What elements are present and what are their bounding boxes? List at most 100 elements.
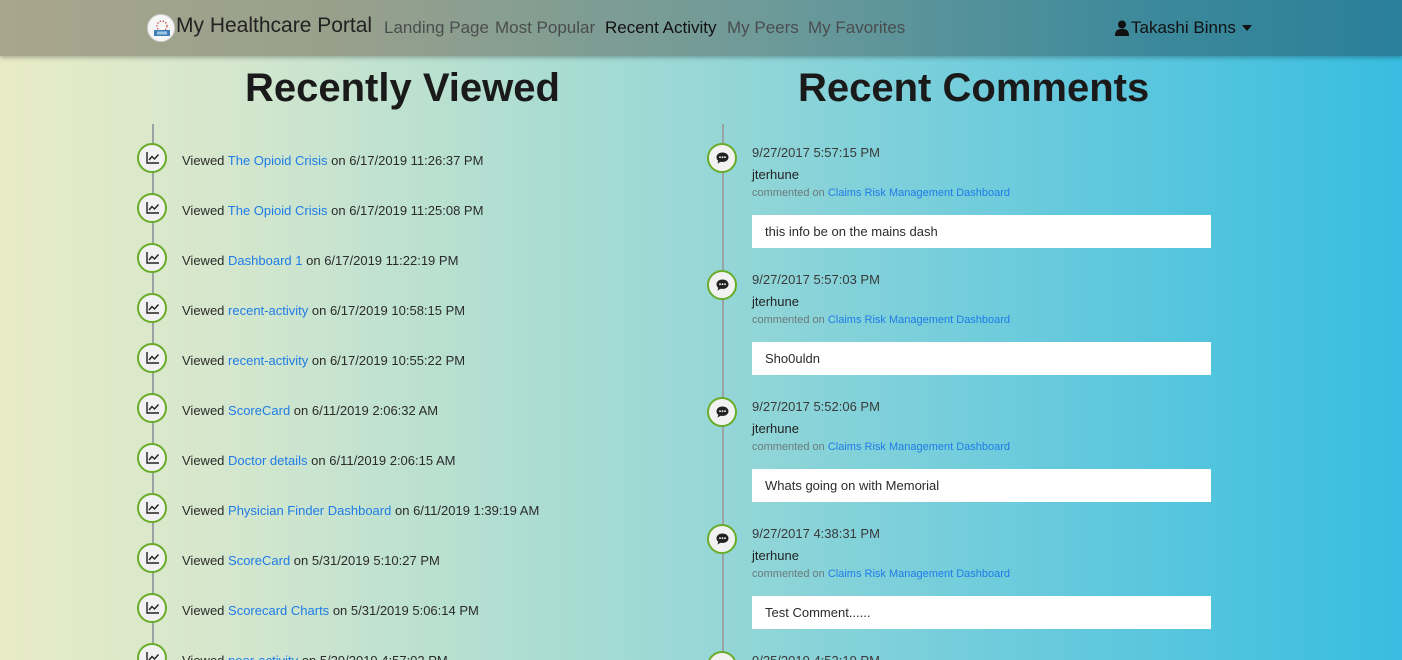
viewed-date: 6/11/2019 2:06:32 AM [311,403,439,418]
speech-bubble-icon [707,651,737,660]
comment-target-link[interactable]: Claims Risk Management Dashboard [828,568,1010,580]
viewed-label: Viewed [182,553,225,568]
viewed-date: 6/11/2019 1:39:19 AM [413,503,540,518]
comment-user: jterhune [752,421,799,436]
comment-time: 9/27/2017 4:38:31 PM [752,526,880,541]
line-chart-icon [137,293,167,323]
portal-logo-icon[interactable] [147,14,175,42]
commented-on-label: commented on [752,568,825,580]
caret-down-icon [1241,25,1252,31]
viewed-item-link[interactable]: recent-activity [228,303,308,318]
on-label: on [306,253,321,268]
viewed-item-link[interactable]: Doctor details [228,453,307,468]
comment-user: jterhune [752,294,799,309]
on-label: on [331,153,346,168]
line-chart-icon [137,243,167,273]
viewed-date: 6/11/2019 2:06:15 AM [329,453,456,468]
recently-viewed-item: Viewed peer-activity on 5/29/2019 4:57:0… [182,653,448,660]
viewed-date: 5/31/2019 5:06:14 PM [350,603,479,618]
comment-time: 9/25/2019 4:52:19 PM [752,653,880,660]
recently-viewed-title: Recently Viewed [245,66,560,110]
viewed-item-link[interactable]: Physician Finder Dashboard [228,503,391,518]
on-label: on [332,603,348,618]
comment-time: 9/27/2017 5:57:03 PM [752,272,880,287]
speech-bubble-icon [707,397,737,427]
line-chart-icon [137,393,167,423]
comment-meta: commented on Claims Risk Management Dash… [752,568,1010,580]
viewed-date: 6/17/2019 10:55:22 PM [329,353,466,368]
recently-viewed-item: Viewed The Opioid Crisis on 6/17/2019 11… [182,153,483,168]
recently-viewed-item: Viewed recent-activity on 6/17/2019 10:5… [182,353,465,368]
comment-meta: commented on Claims Risk Management Dash… [752,314,1010,326]
viewed-item-link[interactable]: The Opioid Crisis [228,153,328,168]
viewed-label: Viewed [182,653,224,660]
nav-link-most-popular[interactable]: Most Popular [495,18,595,38]
viewed-item-link[interactable]: recent-activity [228,353,308,368]
comment-time: 9/27/2017 5:57:15 PM [752,145,880,160]
viewed-item-link[interactable]: ScoreCard [228,553,290,568]
viewed-label: Viewed [182,503,225,518]
viewed-item-link[interactable]: ScoreCard [228,403,290,418]
commented-on-label: commented on [752,441,825,453]
viewed-label: Viewed [182,153,225,168]
comment-user: jterhune [752,548,799,563]
nav-link-my-favorites[interactable]: My Favorites [808,18,905,38]
viewed-date: 5/29/2019 4:57:02 PM [320,653,448,660]
on-label: on [293,403,309,418]
viewed-label: Viewed [182,403,225,418]
comment-time: 9/27/2017 5:52:06 PM [752,399,880,414]
line-chart-icon [137,593,167,623]
viewed-date: 6/17/2019 11:25:08 PM [349,203,484,218]
comment-user: jterhune [752,167,799,182]
comment-meta: commented on Claims Risk Management Dash… [752,187,1010,199]
speech-bubble-icon [707,524,737,554]
recently-viewed-item: Viewed recent-activity on 6/17/2019 10:5… [182,303,465,318]
nav-link-landing-page[interactable]: Landing Page [384,18,489,38]
comment-text: this info be on the mains dash [752,215,1211,248]
line-chart-icon [137,193,167,223]
viewed-date: 6/17/2019 11:26:37 PM [349,153,484,168]
comment-text: Whats going on with Memorial [752,469,1211,502]
line-chart-icon [137,143,167,173]
comment-target-link[interactable]: Claims Risk Management Dashboard [828,441,1010,453]
recently-viewed-item: Viewed Doctor details on 6/11/2019 2:06:… [182,453,455,468]
line-chart-icon [137,643,167,660]
speech-bubble-icon [707,270,737,300]
viewed-label: Viewed [182,203,225,218]
user-icon [1115,20,1129,36]
top-navbar: My Healthcare Portal Landing Page Most P… [0,0,1402,56]
viewed-item-link[interactable]: Scorecard Charts [228,603,329,618]
user-name: Takashi Binns [1131,18,1236,37]
comment-target-link[interactable]: Claims Risk Management Dashboard [828,187,1010,199]
comment-target-link[interactable]: Claims Risk Management Dashboard [828,314,1010,326]
viewed-label: Viewed [182,253,225,268]
viewed-item-link[interactable]: Dashboard 1 [228,253,302,268]
viewed-date: 5/31/2019 5:10:27 PM [311,553,440,568]
viewed-label: Viewed [182,353,225,368]
recently-viewed-item: Viewed Physician Finder Dashboard on 6/1… [182,503,539,518]
recent-comments-title: Recent Comments [798,66,1150,110]
recently-viewed-item: Viewed ScoreCard on 6/11/2019 2:06:32 AM [182,403,438,418]
viewed-label: Viewed [182,603,225,618]
line-chart-icon [137,343,167,373]
comment-text: Test Comment...... [752,596,1211,629]
line-chart-icon [137,543,167,573]
viewed-date: 6/17/2019 10:58:15 PM [329,303,466,318]
recently-viewed-item: Viewed Scorecard Charts on 5/31/2019 5:0… [182,603,479,618]
on-label: on [311,353,327,368]
line-chart-icon [137,493,167,523]
nav-link-recent-activity[interactable]: Recent Activity [605,18,717,38]
recently-viewed-item: Viewed ScoreCard on 5/31/2019 5:10:27 PM [182,553,440,568]
commented-on-label: commented on [752,314,825,326]
viewed-label: Viewed [182,453,225,468]
viewed-label: Viewed [182,303,225,318]
line-chart-icon [137,443,167,473]
viewed-item-link[interactable]: peer-activity [228,653,298,660]
brand-link[interactable]: My Healthcare Portal [176,14,372,38]
viewed-item-link[interactable]: The Opioid Crisis [228,203,328,218]
on-label: on [311,453,326,468]
user-menu[interactable]: Takashi Binns [1115,18,1252,38]
comment-text: Sho0uldn [752,342,1211,375]
nav-link-my-peers[interactable]: My Peers [727,18,799,38]
recently-viewed-item: Viewed Dashboard 1 on 6/17/2019 11:22:19… [182,253,458,268]
